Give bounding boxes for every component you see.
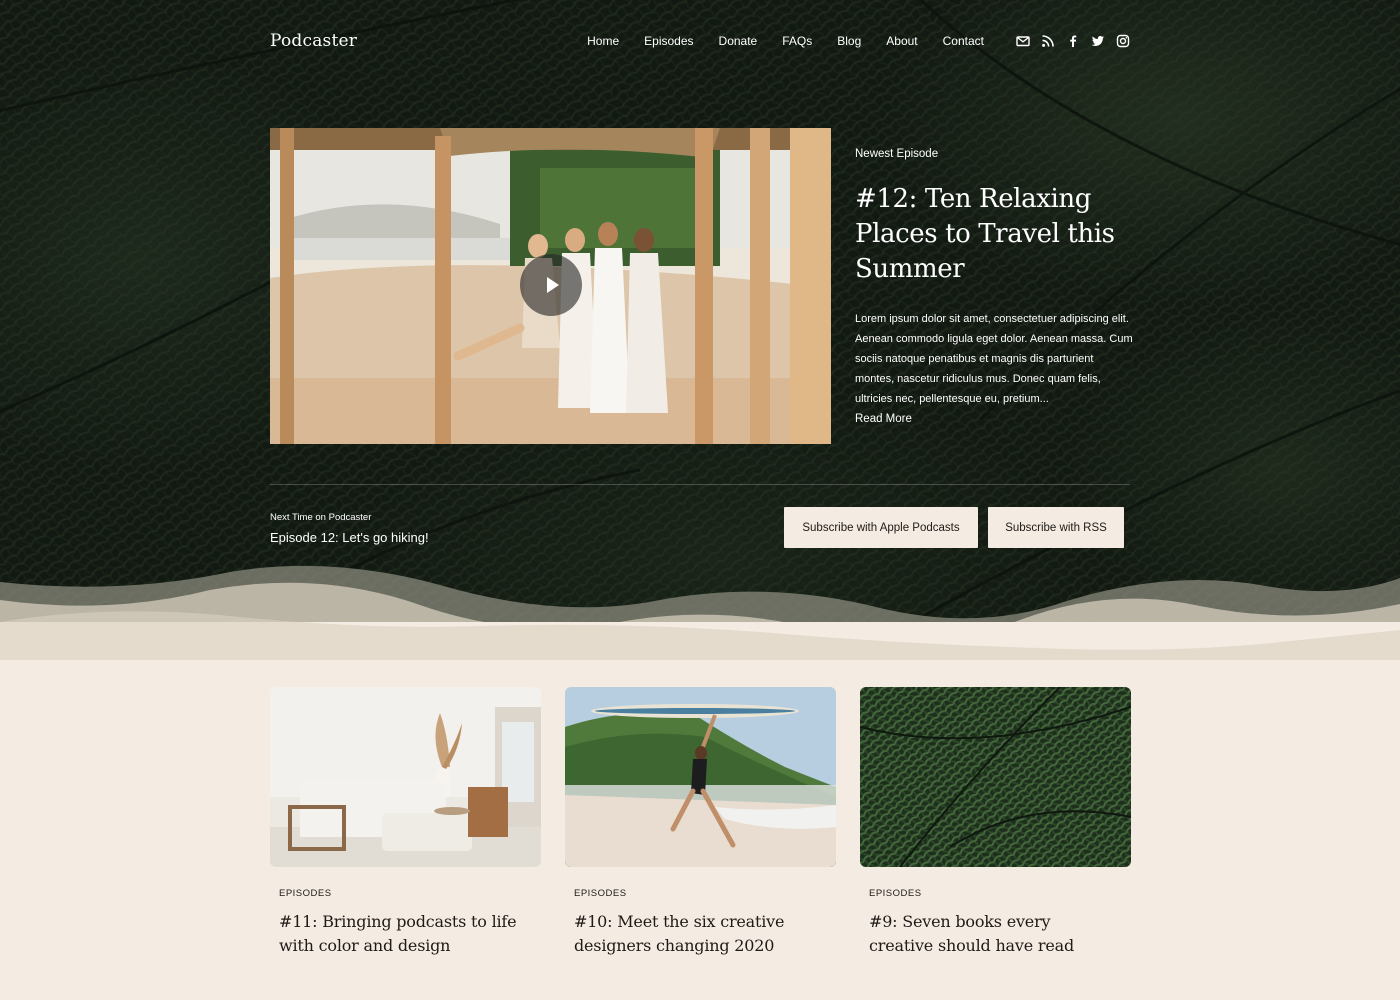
next-episode-label: Next Time on Podcaster	[270, 512, 372, 523]
top-navigation-bar: Podcaster Home Episodes Donate FAQs Blog…	[270, 28, 1130, 54]
nav-link-about[interactable]: About	[886, 34, 917, 48]
featured-eyebrow: Newest Episode	[855, 148, 939, 160]
play-button[interactable]	[520, 254, 582, 316]
facebook-icon[interactable]	[1066, 34, 1080, 48]
subscribe-rss-button[interactable]: Subscribe with RSS	[988, 507, 1124, 548]
featured-episode-image[interactable]	[270, 128, 831, 444]
card-category: EPISODES	[869, 888, 922, 899]
featured-episode-excerpt: Lorem ipsum dolor sit amet, consectetuer…	[855, 313, 1133, 405]
nav-link-episodes[interactable]: Episodes	[644, 34, 693, 48]
main-nav: Home Episodes Donate FAQs Blog About Con…	[587, 34, 1130, 48]
living-room-photo	[270, 687, 541, 867]
social-links	[1016, 34, 1130, 48]
nav-link-home[interactable]: Home	[587, 34, 619, 48]
surfer-beach-photo	[565, 687, 836, 867]
twitter-icon[interactable]	[1091, 34, 1105, 48]
rss-icon[interactable]	[1041, 34, 1055, 48]
subscribe-apple-button[interactable]: Subscribe with Apple Podcasts	[784, 507, 978, 548]
featured-episode-title[interactable]: #12: Ten Relaxing Places to Travel this …	[855, 182, 1135, 287]
instagram-icon[interactable]	[1116, 34, 1130, 48]
read-more-link[interactable]: Read More	[855, 413, 912, 425]
subscribe-buttons: Subscribe with Apple Podcasts Subscribe …	[784, 507, 1124, 548]
card-category: EPISODES	[574, 888, 627, 899]
wave-divider	[0, 565, 1400, 660]
card-title[interactable]: #9: Seven books every creative should ha…	[869, 910, 1119, 958]
site-logo[interactable]: Podcaster	[270, 31, 357, 51]
mail-icon[interactable]	[1016, 34, 1030, 48]
episode-card[interactable]: EPISODES #11: Bringing podcasts to life …	[270, 687, 541, 958]
play-icon	[547, 277, 559, 293]
nav-link-faqs[interactable]: FAQs	[782, 34, 812, 48]
featured-episode-details: Newest Episode #12: Ten Relaxing Places …	[855, 148, 1135, 427]
fern-photo	[860, 687, 1131, 867]
card-title[interactable]: #11: Bringing podcasts to life with colo…	[279, 910, 529, 958]
nav-link-donate[interactable]: Donate	[719, 34, 758, 48]
next-episode-title: Episode 12: Let's go hiking!	[270, 530, 429, 545]
nav-link-blog[interactable]: Blog	[837, 34, 861, 48]
next-episode-block: Next Time on Podcaster Episode 12: Let's…	[270, 512, 429, 545]
nav-link-contact[interactable]: Contact	[943, 34, 984, 48]
episode-cards: EPISODES #11: Bringing podcasts to life …	[270, 687, 1131, 958]
card-title[interactable]: #10: Meet the six creative designers cha…	[574, 910, 824, 958]
hero-section: Podcaster Home Episodes Donate FAQs Blog…	[0, 0, 1400, 660]
episode-card[interactable]: EPISODES #10: Meet the six creative desi…	[565, 687, 836, 958]
hero-divider	[270, 484, 1130, 485]
episode-card[interactable]: EPISODES #9: Seven books every creative …	[860, 687, 1131, 958]
card-category: EPISODES	[279, 888, 332, 899]
